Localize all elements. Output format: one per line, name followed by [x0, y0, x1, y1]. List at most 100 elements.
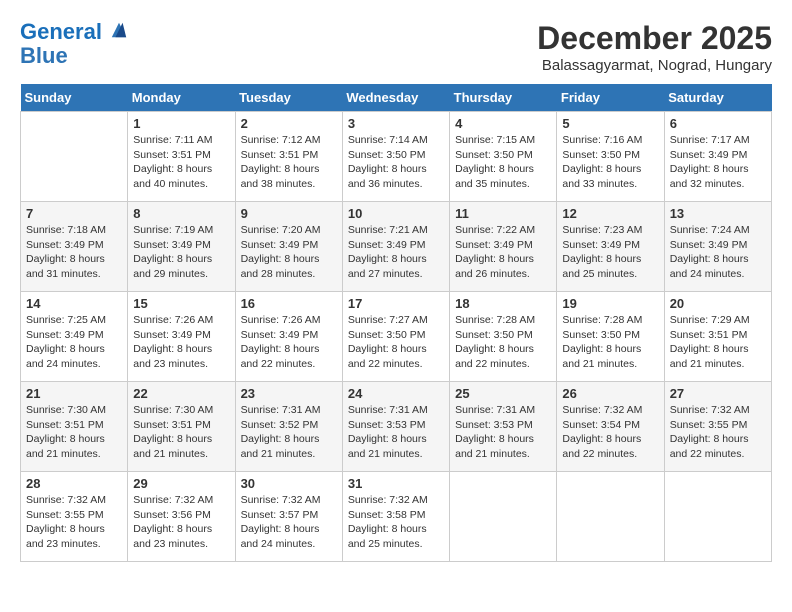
day-cell: 19 Sunrise: 7:28 AMSunset: 3:50 PMDayligh…: [557, 292, 664, 382]
day-cell: 29Sunrise: 7:32 AMSunset: 3:56 PMDayligh…: [128, 472, 235, 562]
day-cell: 22Sunrise: 7:30 AMSunset: 3:51 PMDayligh…: [128, 382, 235, 472]
day-number: 3: [348, 116, 444, 131]
calendar-table: SundayMondayTuesdayWednesdayThursdayFrid…: [20, 84, 772, 562]
day-number: 21: [26, 386, 122, 401]
day-number: 4: [455, 116, 551, 131]
day-number: 11: [455, 206, 551, 221]
header-row: SundayMondayTuesdayWednesdayThursdayFrid…: [21, 84, 772, 112]
day-info: Sunrise: 7:20 AMSunset: 3:49 PMDaylight:…: [241, 223, 337, 282]
day-cell: 24Sunrise: 7:31 AMSunset: 3:53 PMDayligh…: [342, 382, 449, 472]
title-block: December 2025 Balassagyarmat, Nograd, Hu…: [537, 20, 772, 74]
day-info: Sunrise: 7:11 AMSunset: 3:51 PMDaylight:…: [133, 133, 229, 192]
day-cell: 17 Sunrise: 7:27 AMSunset: 3:50 PMDayligh…: [342, 292, 449, 382]
day-cell: 20Sunrise: 7:29 AMSunset: 3:51 PMDayligh…: [664, 292, 771, 382]
day-cell: 14 Sunrise: 7:25 AMSunset: 3:49 PMDayligh…: [21, 292, 128, 382]
day-info: Sunrise: 7:24 AMSunset: 3:49 PMDaylight:…: [670, 223, 766, 282]
logo-line2: Blue: [20, 44, 128, 68]
logo-icon: [110, 21, 128, 39]
day-number: 31: [348, 476, 444, 491]
week-row: 1 Sunrise: 7:11 AMSunset: 3:51 PMDaylight…: [21, 112, 772, 202]
day-cell: 2Sunrise: 7:12 AMSunset: 3:51 PMDaylight…: [235, 112, 342, 202]
header-day: Thursday: [450, 84, 557, 112]
day-info: Sunrise: 7:28 AMSunset: 3:50 PMDaylight:…: [562, 313, 658, 372]
day-cell: 30 Sunrise: 7:32 AMSunset: 3:57 PMDayligh…: [235, 472, 342, 562]
day-number: 2: [241, 116, 337, 131]
day-info: Sunrise: 7:15 AMSunset: 3:50 PMDaylight:…: [455, 133, 551, 192]
day-number: 26: [562, 386, 658, 401]
day-number: 12: [562, 206, 658, 221]
day-info: Sunrise: 7:27 AMSunset: 3:50 PMDaylight:…: [348, 313, 444, 372]
day-cell: 16Sunrise: 7:26 AMSunset: 3:49 PMDayligh…: [235, 292, 342, 382]
day-cell: 7 Sunrise: 7:18 AMSunset: 3:49 PMDaylight…: [21, 202, 128, 292]
day-cell: 11 Sunrise: 7:22 AMSunset: 3:49 PMDayligh…: [450, 202, 557, 292]
week-row: 28Sunrise: 7:32 AMSunset: 3:55 PMDayligh…: [21, 472, 772, 562]
day-cell: [21, 112, 128, 202]
week-row: 21 Sunrise: 7:30 AMSunset: 3:51 PMDayligh…: [21, 382, 772, 472]
day-info: Sunrise: 7:32 AMSunset: 3:58 PMDaylight:…: [348, 493, 444, 552]
day-cell: 5Sunrise: 7:16 AMSunset: 3:50 PMDaylight…: [557, 112, 664, 202]
day-info: Sunrise: 7:17 AMSunset: 3:49 PMDaylight:…: [670, 133, 766, 192]
day-info: Sunrise: 7:19 AMSunset: 3:49 PMDaylight:…: [133, 223, 229, 282]
day-number: 5: [562, 116, 658, 131]
header-day: Tuesday: [235, 84, 342, 112]
day-number: 18: [455, 296, 551, 311]
header-day: Sunday: [21, 84, 128, 112]
header-day: Friday: [557, 84, 664, 112]
day-info: Sunrise: 7:31 AMSunset: 3:53 PMDaylight:…: [348, 403, 444, 462]
day-number: 7: [26, 206, 122, 221]
day-number: 27: [670, 386, 766, 401]
day-number: 22: [133, 386, 229, 401]
logo-line1: General: [20, 19, 102, 44]
header-day: Monday: [128, 84, 235, 112]
day-info: Sunrise: 7:14 AMSunset: 3:50 PMDaylight:…: [348, 133, 444, 192]
day-info: Sunrise: 7:23 AMSunset: 3:49 PMDaylight:…: [562, 223, 658, 282]
day-number: 9: [241, 206, 337, 221]
day-number: 20: [670, 296, 766, 311]
day-cell: 26 Sunrise: 7:32 AMSunset: 3:54 PMDayligh…: [557, 382, 664, 472]
day-info: Sunrise: 7:32 AMSunset: 3:54 PMDaylight:…: [562, 403, 658, 462]
day-cell: 9 Sunrise: 7:20 AMSunset: 3:49 PMDaylight…: [235, 202, 342, 292]
day-number: 30: [241, 476, 337, 491]
day-number: 8: [133, 206, 229, 221]
day-cell: 8 Sunrise: 7:19 AMSunset: 3:49 PMDaylight…: [128, 202, 235, 292]
day-cell: 18Sunrise: 7:28 AMSunset: 3:50 PMDayligh…: [450, 292, 557, 382]
header-day: Saturday: [664, 84, 771, 112]
day-cell: 27 Sunrise: 7:32 AMSunset: 3:55 PMDayligh…: [664, 382, 771, 472]
day-info: Sunrise: 7:26 AMSunset: 3:49 PMDaylight:…: [241, 313, 337, 372]
day-info: Sunrise: 7:32 AMSunset: 3:56 PMDaylight:…: [133, 493, 229, 552]
day-number: 13: [670, 206, 766, 221]
day-cell: 6 Sunrise: 7:17 AMSunset: 3:49 PMDaylight…: [664, 112, 771, 202]
day-cell: [664, 472, 771, 562]
day-info: Sunrise: 7:32 AMSunset: 3:57 PMDaylight:…: [241, 493, 337, 552]
day-number: 28: [26, 476, 122, 491]
day-info: Sunrise: 7:30 AMSunset: 3:51 PMDaylight:…: [26, 403, 122, 462]
day-number: 19: [562, 296, 658, 311]
day-cell: 31 Sunrise: 7:32 AMSunset: 3:58 PMDayligh…: [342, 472, 449, 562]
header-day: Wednesday: [342, 84, 449, 112]
month-title: December 2025: [537, 20, 772, 57]
day-number: 15: [133, 296, 229, 311]
day-info: Sunrise: 7:25 AMSunset: 3:49 PMDaylight:…: [26, 313, 122, 372]
day-number: 1: [133, 116, 229, 131]
day-info: Sunrise: 7:22 AMSunset: 3:49 PMDaylight:…: [455, 223, 551, 282]
day-number: 25: [455, 386, 551, 401]
day-info: Sunrise: 7:26 AMSunset: 3:49 PMDaylight:…: [133, 313, 229, 372]
day-number: 14: [26, 296, 122, 311]
day-info: Sunrise: 7:21 AMSunset: 3:49 PMDaylight:…: [348, 223, 444, 282]
day-number: 17: [348, 296, 444, 311]
location-subtitle: Balassagyarmat, Nograd, Hungary: [537, 57, 772, 74]
day-number: 6: [670, 116, 766, 131]
day-info: Sunrise: 7:18 AMSunset: 3:49 PMDaylight:…: [26, 223, 122, 282]
day-number: 10: [348, 206, 444, 221]
day-cell: 12 Sunrise: 7:23 AMSunset: 3:49 PMDayligh…: [557, 202, 664, 292]
day-cell: 25 Sunrise: 7:31 AMSunset: 3:53 PMDayligh…: [450, 382, 557, 472]
day-cell: 4 Sunrise: 7:15 AMSunset: 3:50 PMDaylight…: [450, 112, 557, 202]
day-cell: 28Sunrise: 7:32 AMSunset: 3:55 PMDayligh…: [21, 472, 128, 562]
logo: General Blue: [20, 20, 128, 68]
day-cell: 15 Sunrise: 7:26 AMSunset: 3:49 PMDayligh…: [128, 292, 235, 382]
day-info: Sunrise: 7:31 AMSunset: 3:53 PMDaylight:…: [455, 403, 551, 462]
day-cell: 23Sunrise: 7:31 AMSunset: 3:52 PMDayligh…: [235, 382, 342, 472]
week-row: 7 Sunrise: 7:18 AMSunset: 3:49 PMDaylight…: [21, 202, 772, 292]
day-cell: [450, 472, 557, 562]
day-info: Sunrise: 7:32 AMSunset: 3:55 PMDaylight:…: [670, 403, 766, 462]
